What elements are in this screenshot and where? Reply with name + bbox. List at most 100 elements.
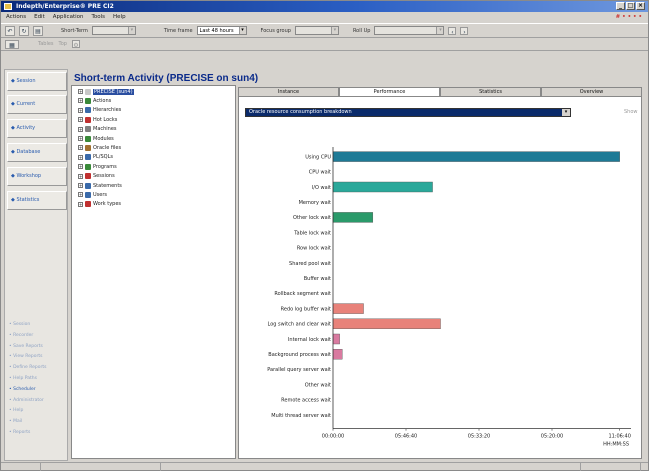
nav-link-item[interactable]: • Mail <box>9 419 22 424</box>
nav-statistics-label: Statistics <box>16 197 40 203</box>
category-label: Redo log buffer wait <box>281 306 331 312</box>
tree-item[interactable]: + Users <box>78 191 107 198</box>
tree-node-icon <box>85 126 91 133</box>
chart-bar <box>332 303 364 314</box>
nav-link-item[interactable]: • Recorder <box>9 333 33 338</box>
chart-bar <box>332 212 374 223</box>
menu-actions[interactable]: Actions <box>6 12 26 23</box>
tree-node-icon <box>85 182 91 189</box>
focus-group-select[interactable]: ▾ <box>294 26 339 35</box>
tables-button[interactable]: Tables <box>38 41 54 47</box>
nav-statistics-button[interactable]: ◆ Statistics <box>7 191 67 210</box>
expand-icon[interactable]: + <box>78 173 83 179</box>
prev-icon[interactable]: ‹ <box>448 26 457 36</box>
time-frame-select[interactable]: Last 48 hours ▾ <box>196 26 247 35</box>
nav-link-item[interactable]: • Save Reports <box>9 344 43 349</box>
nav-link-item[interactable]: • Define Reports <box>9 365 46 370</box>
tree-item[interactable]: + Statements <box>78 182 122 189</box>
category-label: Other wait <box>305 382 331 388</box>
category-label: Multi thread server wait <box>271 413 331 419</box>
minimize-button[interactable]: _ <box>616 2 625 10</box>
nav-current-button[interactable]: ◆ Current <box>7 95 67 114</box>
tree-item-label: PL/SQLs <box>93 154 113 161</box>
tree-item-label: Modules <box>93 135 114 142</box>
back-icon[interactable]: ↶ <box>5 25 15 36</box>
x-tick-label: 00:00:00 <box>322 434 344 440</box>
tree-item-label: Statements <box>93 182 122 189</box>
tree-item[interactable]: + Work types <box>78 201 121 208</box>
expand-icon[interactable]: + <box>78 164 83 170</box>
refresh-icon[interactable]: ↻ <box>19 25 29 36</box>
menu-bar: Actions Edit Application Tools Help # • … <box>1 12 648 23</box>
focus-group-label: Focus group <box>260 27 291 34</box>
tree-item[interactable]: + Programs <box>78 163 117 170</box>
expand-icon[interactable]: + <box>78 126 83 132</box>
expand-icon[interactable]: + <box>78 183 83 188</box>
nav-activity-button[interactable]: ◆ Activity <box>7 119 67 138</box>
expand-icon[interactable]: + <box>78 145 83 151</box>
nav-workshop-button[interactable]: ◆ Workshop <box>7 167 67 186</box>
x-unit-label: HH:MM:SS <box>603 442 629 448</box>
category-label: Shared pool wait <box>289 261 331 267</box>
next-icon[interactable]: › <box>460 26 469 36</box>
breakdown-select[interactable]: Oracle resource consumption breakdown ▾ <box>245 108 571 117</box>
expand-icon[interactable]: + <box>78 136 83 141</box>
expand-icon[interactable]: + <box>78 192 83 198</box>
tree-item[interactable]: + PRECISE (sun4) <box>78 88 134 95</box>
category-label: Parallel query server wait <box>267 367 331 373</box>
nav-link-item[interactable]: • Administrator <box>9 398 44 403</box>
menu-edit[interactable]: Edit <box>34 12 45 23</box>
nav-link-item[interactable]: • View Reports <box>9 354 42 359</box>
menu-tools[interactable]: Tools <box>91 12 105 23</box>
nav-link-item[interactable]: • Scheduler <box>9 387 36 392</box>
expand-icon[interactable]: + <box>78 154 83 160</box>
tree-node-icon <box>85 107 91 114</box>
tree-node-icon <box>85 144 91 151</box>
menu-help[interactable]: Help <box>113 12 126 23</box>
category-label: Rollback segment wait <box>274 291 331 297</box>
menu-application[interactable]: Application <box>53 12 84 23</box>
tree-item[interactable]: + Hierarchies <box>78 107 121 114</box>
tree-item[interactable]: + Actions <box>78 97 111 104</box>
tree-item-label: Work types <box>93 201 122 208</box>
nav-database-button[interactable]: ◆ Database <box>7 143 67 162</box>
tree-item[interactable]: + PL/SQLs <box>78 154 113 161</box>
chart-bar <box>332 151 620 162</box>
settings-icon[interactable]: ⚙ <box>71 40 80 49</box>
tree-item[interactable]: + Machines <box>78 126 117 133</box>
category-label: Other lock wait <box>293 215 331 221</box>
expand-icon[interactable]: + <box>78 201 83 207</box>
object-tree[interactable]: + PRECISE (sun4) + Actions + Hierarchies + Hot … <box>71 85 236 459</box>
nav-link-item[interactable]: • Help Paths <box>9 376 37 381</box>
maximize-button[interactable]: □ <box>626 2 635 10</box>
tree-item[interactable]: + Modules <box>78 135 114 142</box>
print-icon[interactable]: ▤ <box>33 25 43 36</box>
breakdown-select-value: Oracle resource consumption breakdown <box>249 109 352 115</box>
layout-icon[interactable]: ▦ <box>5 39 19 49</box>
roll-up-select[interactable]: ▾ <box>374 26 445 35</box>
category-label: CPU wait <box>309 170 331 176</box>
short-term-select[interactable]: ▾ <box>91 26 136 35</box>
tree-node-icon <box>85 191 91 198</box>
menu-status-indicator: # • • • • <box>615 14 642 20</box>
nav-link-item[interactable]: • Reports <box>9 430 30 435</box>
expand-icon[interactable]: + <box>78 117 83 123</box>
show-link[interactable]: Show <box>624 109 638 115</box>
tree-item[interactable]: + Hot Locks <box>78 116 117 123</box>
expand-icon[interactable]: + <box>78 107 83 113</box>
expand-icon[interactable]: + <box>78 98 83 104</box>
title-bar: Indepth/Enterprise® PRE CI2 _ □ × <box>1 1 648 12</box>
close-button[interactable]: × <box>636 2 645 10</box>
secondary-toolbar: ▦ Tables Top ⚙ <box>1 38 648 51</box>
nav-link-item[interactable]: • Help <box>9 408 23 413</box>
nav-session-button[interactable]: ◆ Session <box>7 72 67 91</box>
expand-icon[interactable]: + <box>78 89 83 94</box>
nav-link-item[interactable]: • Session <box>9 322 30 327</box>
tree-node-icon <box>85 173 91 180</box>
tree-node-icon <box>85 163 91 170</box>
tree-item[interactable]: + Oracle files <box>78 144 121 151</box>
x-tick-label: 05:46:40 <box>395 434 417 440</box>
tree-item[interactable]: + Sessions <box>78 173 115 180</box>
top-button[interactable]: Top <box>59 41 67 47</box>
application-window: Indepth/Enterprise® PRE CI2 _ □ × Action… <box>0 0 649 471</box>
